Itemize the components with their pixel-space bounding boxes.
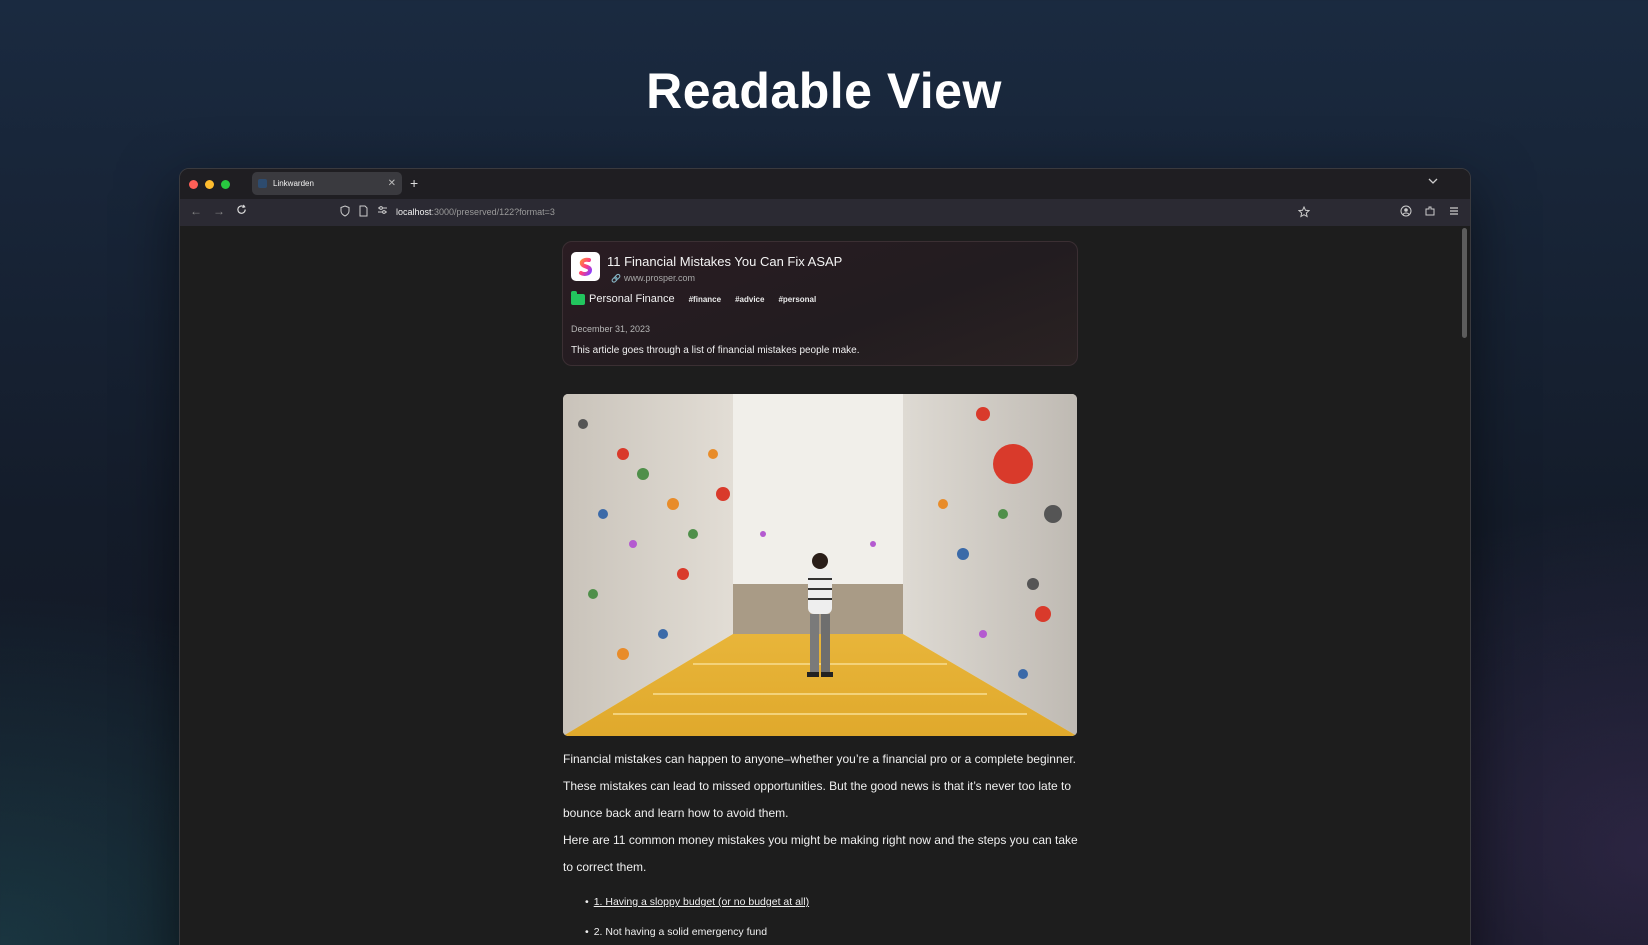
link-icon: 🔗 — [611, 274, 621, 283]
linkwarden-favicon-icon — [258, 179, 267, 188]
reload-icon[interactable] — [236, 204, 247, 218]
tab-label: Linkwarden — [273, 179, 314, 188]
list-item: 1. Having a sloppy budget (or no budget … — [585, 887, 1083, 917]
collection-link[interactable]: Personal Finance — [571, 290, 675, 305]
page-icon[interactable] — [359, 205, 368, 217]
article-hero-image — [563, 394, 1077, 736]
forward-arrow-icon[interactable]: → — [213, 204, 225, 218]
address-bar-icons — [340, 205, 388, 217]
article-paragraph: Here are 11 common money mistakes you mi… — [563, 833, 1078, 874]
window-controls — [189, 179, 230, 189]
article-paragraph: Financial mistakes can happen to anyone–… — [563, 752, 1076, 820]
close-window-button[interactable] — [189, 179, 198, 189]
url-host: localhost — [396, 207, 432, 217]
folder-icon — [571, 290, 585, 305]
article-body: Financial mistakes can happen to anyone–… — [563, 746, 1083, 945]
browser-window: Linkwarden ✕ + ← → localhost:3000/preser… — [179, 168, 1471, 945]
permissions-icon[interactable] — [377, 205, 388, 215]
tab-bar: Linkwarden ✕ + — [180, 169, 1470, 199]
minimize-window-button[interactable] — [205, 179, 214, 189]
back-arrow-icon[interactable]: ← — [190, 204, 202, 218]
link-date: December 31, 2023 — [571, 324, 651, 334]
extensions-icon[interactable] — [1424, 205, 1436, 217]
tag-finance[interactable]: #finance — [689, 295, 721, 304]
tab-linkwarden[interactable]: Linkwarden ✕ — [252, 172, 402, 195]
address-bar[interactable]: localhost:3000/preserved/122?format=3 — [396, 207, 555, 217]
link-title[interactable]: 11 Financial Mistakes You Can Fix ASAP — [607, 254, 842, 269]
star-icon[interactable] — [1297, 205, 1311, 223]
site-logo — [571, 252, 600, 281]
shield-icon[interactable] — [340, 205, 350, 217]
link-details-card: 11 Financial Mistakes You Can Fix ASAP 🔗… — [562, 241, 1078, 366]
link-url-text: www.prosper.com — [623, 273, 695, 283]
new-tab-button[interactable]: + — [410, 175, 418, 191]
page-headline: Readable View — [646, 63, 1002, 119]
list-item: 2. Not having a solid emergency fund — [585, 917, 1083, 945]
collection-name: Personal Finance — [589, 293, 675, 305]
url-path: :3000/preserved/122?format=3 — [431, 207, 555, 217]
toolbar-right-actions — [1400, 205, 1460, 217]
link-url[interactable]: 🔗 www.prosper.com — [611, 273, 695, 283]
article-list: 1. Having a sloppy budget (or no budget … — [563, 887, 1083, 945]
link-description: This article goes through a list of fina… — [571, 345, 860, 356]
menu-icon[interactable] — [1448, 205, 1460, 217]
list-item-link[interactable]: 1. Having a sloppy budget (or no budget … — [594, 896, 809, 908]
close-tab-icon[interactable]: ✕ — [388, 178, 396, 189]
readable-view-content: 11 Financial Mistakes You Can Fix ASAP 🔗… — [180, 226, 1470, 945]
maximize-window-button[interactable] — [221, 179, 230, 189]
navigation-toolbar: ← → localhost:3000/preserved/122?format=… — [180, 199, 1470, 226]
collection-and-tags: Personal Finance #finance #advice #perso… — [571, 290, 816, 305]
tag-advice[interactable]: #advice — [735, 295, 764, 304]
tag-personal[interactable]: #personal — [778, 295, 816, 304]
account-icon[interactable] — [1400, 205, 1412, 217]
scrollbar[interactable] — [1462, 228, 1467, 338]
chevron-down-icon[interactable] — [1428, 176, 1438, 187]
